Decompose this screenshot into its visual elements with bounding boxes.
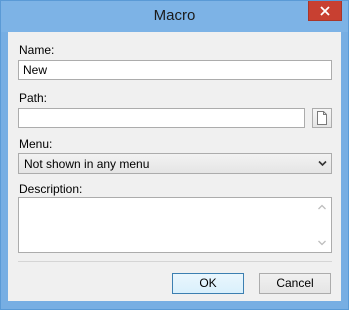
divider [18,261,332,262]
path-field[interactable] [18,108,305,128]
macro-dialog: Macro Name: Path: Menu: Not shown in any… [0,0,349,310]
description-field[interactable] [18,197,332,253]
name-label: Name: [19,43,55,57]
cancel-button[interactable]: Cancel [259,273,331,294]
title-bar[interactable]: Macro [1,1,348,32]
scroll-down-icon[interactable] [318,240,326,246]
name-field[interactable] [18,60,332,80]
description-label: Description: [19,182,83,196]
window-title: Macro [153,7,196,24]
description-scrollbar[interactable] [314,198,331,252]
path-label: Path: [19,91,48,105]
menu-label: Menu: [19,137,53,151]
dialog-body: Name: Path: Menu: Not shown in any menu … [8,32,341,301]
menu-selected-value: Not shown in any menu [24,157,150,171]
close-button[interactable] [308,1,342,21]
scroll-up-icon[interactable] [318,204,326,210]
ok-button[interactable]: OK [172,273,244,294]
chevron-down-icon [318,160,327,167]
document-icon [317,111,327,125]
browse-button[interactable] [312,108,332,128]
menu-dropdown[interactable]: Not shown in any menu [18,153,332,174]
close-icon [320,5,330,16]
